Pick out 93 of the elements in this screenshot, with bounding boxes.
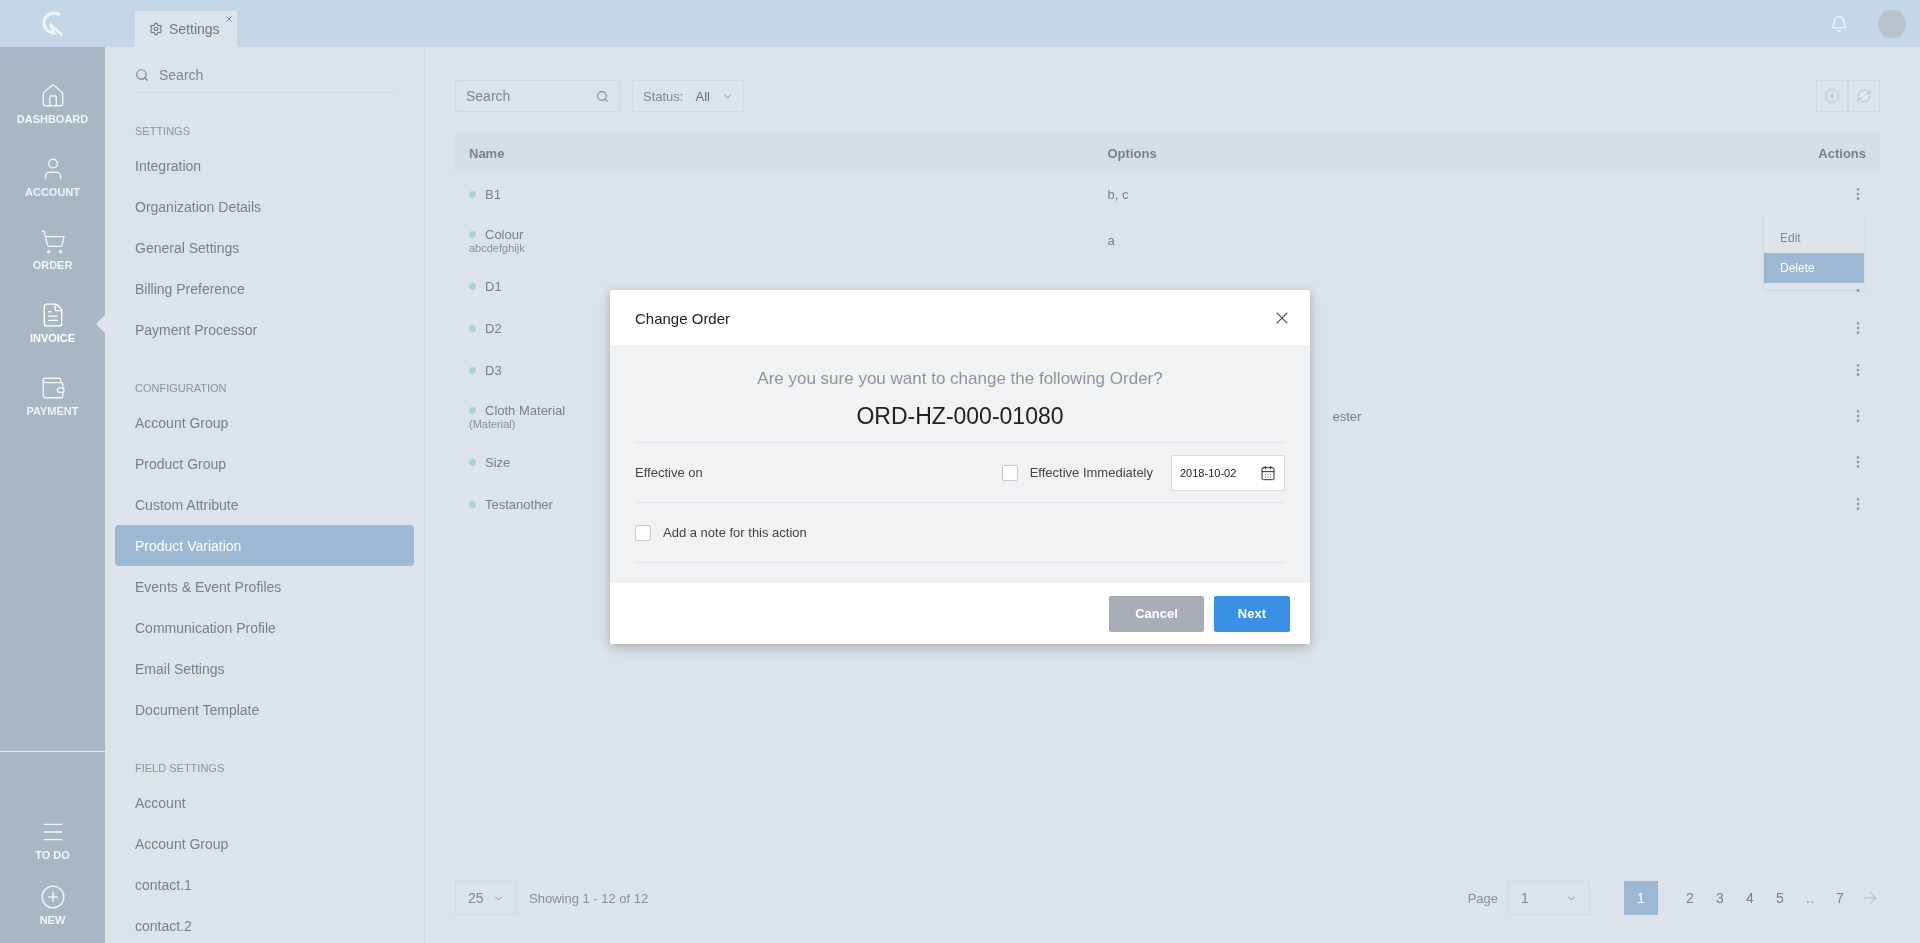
- sidebar-item[interactable]: Email Settings: [115, 648, 414, 689]
- table-cell: Testanother: [485, 496, 553, 512]
- table-cell: ester: [1332, 408, 1362, 424]
- column-header: Actions: [1817, 145, 1866, 161]
- status-dot: [469, 190, 476, 198]
- status-dot: [469, 406, 476, 414]
- next-button[interactable]: Next: [1213, 595, 1290, 632]
- refresh-button[interactable]: [1848, 80, 1880, 112]
- order-number: ORD-HZ-000-01080: [635, 403, 1285, 443]
- status-dot: [469, 230, 476, 238]
- sidebar-item[interactable]: contact.1: [115, 864, 414, 905]
- sidebar-item[interactable]: Custom Attribute: [115, 484, 414, 525]
- sidebar-item[interactable]: Account Group: [115, 402, 414, 443]
- close-icon[interactable]: [224, 14, 234, 24]
- sidebar-item[interactable]: Communication Profile: [115, 607, 414, 648]
- menu-item[interactable]: Delete: [1764, 253, 1864, 283]
- search-field[interactable]: Search: [455, 80, 620, 112]
- menu-item[interactable]: Edit: [1764, 223, 1864, 253]
- table-cell: a: [1107, 232, 1115, 248]
- page-link[interactable]: 2: [1680, 881, 1700, 915]
- sidebar-item[interactable]: Billing Preference: [115, 268, 414, 309]
- page-size-select[interactable]: 25: [455, 881, 517, 915]
- nav-item[interactable]: ORDER: [0, 213, 105, 286]
- date-field[interactable]: 2018-10-02: [1171, 454, 1285, 491]
- cart-icon: [39, 228, 66, 255]
- cancel-button[interactable]: Cancel: [1109, 595, 1204, 632]
- table-cell: D2: [485, 320, 502, 336]
- sidebar-item[interactable]: Organization Details: [115, 186, 414, 227]
- checkbox[interactable]: [1001, 464, 1018, 481]
- sidebar-item[interactable]: Account Group: [115, 823, 414, 864]
- page-link[interactable]: 1: [1624, 881, 1658, 915]
- search-icon: [135, 67, 149, 82]
- status-dot: [469, 366, 476, 374]
- section-title: SETTINGS: [134, 124, 191, 139]
- page-link[interactable]: 5: [1770, 881, 1790, 915]
- sidebar-item[interactable]: Integration: [115, 145, 414, 186]
- nav-item[interactable]: PAYMENT: [0, 359, 105, 432]
- table-cell: B1: [485, 186, 501, 202]
- add-button[interactable]: [1816, 80, 1848, 112]
- refresh-icon: [1856, 88, 1872, 104]
- status-dot: [469, 500, 476, 508]
- checkbox-label[interactable]: Add a note for this action: [635, 524, 807, 541]
- table-cell: Cloth Material: [485, 402, 566, 418]
- column-header: Name: [469, 145, 506, 161]
- bell-icon[interactable]: [1830, 14, 1848, 33]
- status-dropdown[interactable]: Status: All: [632, 80, 744, 112]
- nav-item[interactable]: ACCOUNT: [0, 140, 105, 213]
- logo-icon: [39, 9, 66, 38]
- page-link[interactable]: 7: [1830, 881, 1850, 915]
- page-link[interactable]: 4: [1740, 881, 1760, 915]
- nav-item[interactable]: INVOICE: [0, 286, 105, 359]
- plus-circle-icon: [1824, 88, 1840, 104]
- sidebar-item[interactable]: Product Variation: [115, 525, 414, 566]
- section-title: FIELD SETTINGS: [134, 761, 226, 776]
- nav-item[interactable]: TO DO: [0, 807, 105, 872]
- page-link[interactable]: 3: [1710, 881, 1730, 915]
- table-cell: Colour: [485, 226, 524, 242]
- page-select[interactable]: 1: [1508, 881, 1590, 915]
- search-field[interactable]: Search: [135, 57, 394, 93]
- nav-item[interactable]: DASHBOARD: [0, 67, 105, 140]
- calendar-icon: [1260, 464, 1276, 481]
- search-icon: [596, 89, 609, 103]
- table-cell: b, c: [1107, 186, 1129, 202]
- sidebar-item[interactable]: Product Group: [115, 443, 414, 484]
- sidebar-item[interactable]: General Settings: [115, 227, 414, 268]
- sidebar-item[interactable]: Events & Event Profiles: [115, 566, 414, 607]
- dialog-title: Change Order: [635, 309, 731, 327]
- page-label: Page: [1467, 890, 1498, 906]
- status-dot: [469, 324, 476, 332]
- sidebar-item[interactable]: Account: [115, 782, 414, 823]
- sidebar-item[interactable]: Payment Processor: [115, 309, 414, 350]
- settings-icon: [149, 22, 163, 36]
- column-header: Options: [1107, 145, 1158, 161]
- table-cell: Size: [485, 454, 511, 470]
- showing-text: Showing 1 - 12 of 12: [529, 890, 649, 906]
- table-cell-subtitle: (Material): [469, 417, 517, 430]
- avatar[interactable]: [1878, 9, 1906, 38]
- status-dot: [469, 458, 476, 466]
- nav-item[interactable]: NEW: [0, 872, 105, 937]
- sidebar-item[interactable]: Document Template: [115, 689, 414, 730]
- table-cell-subtitle: abcdefghijk: [469, 241, 526, 254]
- field-label: Effective on: [635, 465, 703, 480]
- checkbox[interactable]: [635, 524, 651, 541]
- checkbox-label[interactable]: Effective Immediately: [1001, 464, 1153, 481]
- status-dot: [469, 282, 476, 290]
- section-title: CONFIGURATION: [134, 381, 228, 396]
- plus-circle-icon: [39, 883, 66, 910]
- page-link[interactable]: ..: [1800, 881, 1820, 915]
- table-cell: D1: [485, 278, 502, 294]
- table-cell: D3: [485, 362, 502, 378]
- settings-tab[interactable]: Settings: [135, 11, 237, 47]
- question-text: Are you sure you want to change the following Order?: [756, 369, 1164, 389]
- sidebar-item[interactable]: contact.2: [115, 905, 414, 943]
